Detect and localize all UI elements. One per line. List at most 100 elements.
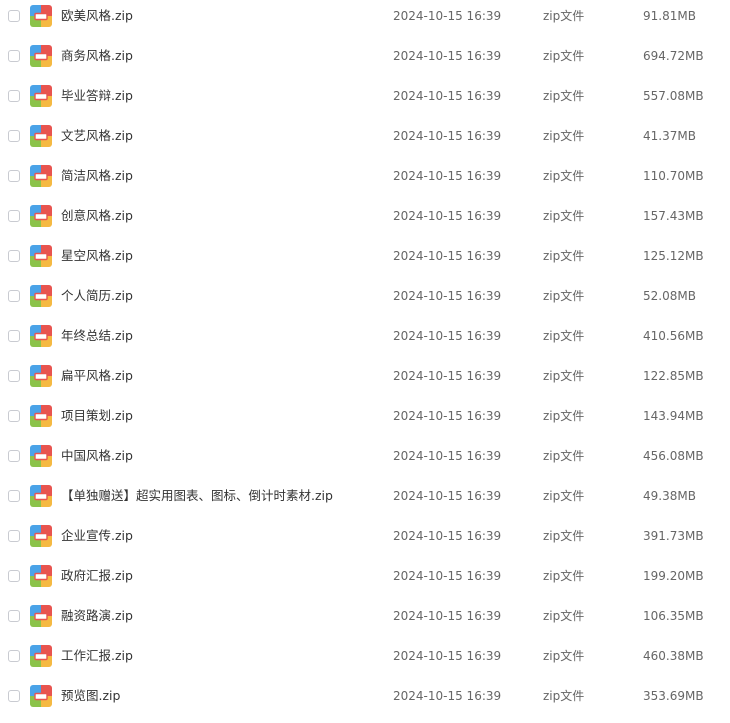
file-row[interactable]: 文艺风格.zip 2024-10-15 16:39 zip文件 41.37MB: [0, 118, 730, 158]
file-type: zip文件: [543, 169, 585, 183]
file-date: 2024-10-15 16:39: [393, 209, 502, 223]
file-size: 143.94MB: [643, 409, 704, 423]
zip-file-icon: [30, 5, 52, 27]
file-date: 2024-10-15 16:39: [393, 129, 502, 143]
file-name[interactable]: 商务风格.zip: [61, 48, 133, 64]
file-type: zip文件: [543, 689, 585, 703]
zip-file-icon: [30, 85, 52, 107]
zip-file-icon: [30, 165, 52, 187]
file-row[interactable]: 项目策划.zip 2024-10-15 16:39 zip文件 143.94MB: [0, 398, 730, 438]
file-type: zip文件: [543, 449, 585, 463]
file-name[interactable]: 扁平风格.zip: [61, 368, 133, 384]
zip-file-icon: [30, 485, 52, 507]
file-name[interactable]: 欧美风格.zip: [61, 8, 133, 24]
file-type: zip文件: [543, 329, 585, 343]
file-date: 2024-10-15 16:39: [393, 569, 502, 583]
file-size: 410.56MB: [643, 329, 704, 343]
select-checkbox[interactable]: [8, 450, 20, 462]
select-checkbox[interactable]: [8, 130, 20, 142]
zip-file-icon: [30, 685, 52, 707]
file-row[interactable]: 毕业答辩.zip 2024-10-15 16:39 zip文件 557.08MB: [0, 78, 730, 118]
file-size: 157.43MB: [643, 209, 704, 223]
select-checkbox[interactable]: [8, 570, 20, 582]
select-checkbox[interactable]: [8, 250, 20, 262]
select-checkbox[interactable]: [8, 650, 20, 662]
file-row[interactable]: 预览图.zip 2024-10-15 16:39 zip文件 353.69MB: [0, 678, 730, 718]
file-date: 2024-10-15 16:39: [393, 689, 502, 703]
select-checkbox[interactable]: [8, 290, 20, 302]
file-row[interactable]: 简洁风格.zip 2024-10-15 16:39 zip文件 110.70MB: [0, 158, 730, 198]
file-type: zip文件: [543, 529, 585, 543]
file-row[interactable]: 创意风格.zip 2024-10-15 16:39 zip文件 157.43MB: [0, 198, 730, 238]
file-name[interactable]: 创意风格.zip: [61, 208, 133, 224]
zip-file-icon: [30, 445, 52, 467]
select-checkbox[interactable]: [8, 330, 20, 342]
zip-file-icon: [30, 205, 52, 227]
file-name[interactable]: 简洁风格.zip: [61, 168, 133, 184]
file-date: 2024-10-15 16:39: [393, 529, 502, 543]
file-row[interactable]: 【单独赠送】超实用图表、图标、倒计时素材.zip 2024-10-15 16:39…: [0, 478, 730, 518]
file-name[interactable]: 星空风格.zip: [61, 248, 133, 264]
file-type: zip文件: [543, 289, 585, 303]
file-name[interactable]: 政府汇报.zip: [61, 568, 133, 584]
file-date: 2024-10-15 16:39: [393, 329, 502, 343]
select-checkbox[interactable]: [8, 370, 20, 382]
select-checkbox[interactable]: [8, 90, 20, 102]
zip-file-icon: [30, 325, 52, 347]
file-row[interactable]: 欧美风格.zip 2024-10-15 16:39 zip文件 91.81MB: [0, 0, 730, 38]
file-name[interactable]: 年终总结.zip: [61, 328, 133, 344]
file-name[interactable]: 项目策划.zip: [61, 408, 133, 424]
file-row[interactable]: 个人简历.zip 2024-10-15 16:39 zip文件 52.08MB: [0, 278, 730, 318]
select-checkbox[interactable]: [8, 490, 20, 502]
file-name[interactable]: 【单独赠送】超实用图表、图标、倒计时素材.zip: [61, 488, 333, 504]
file-date: 2024-10-15 16:39: [393, 449, 502, 463]
file-name[interactable]: 文艺风格.zip: [61, 128, 133, 144]
select-checkbox[interactable]: [8, 410, 20, 422]
file-name[interactable]: 中国风格.zip: [61, 448, 133, 464]
file-row[interactable]: 商务风格.zip 2024-10-15 16:39 zip文件 694.72MB: [0, 38, 730, 78]
file-row[interactable]: 扁平风格.zip 2024-10-15 16:39 zip文件 122.85MB: [0, 358, 730, 398]
select-checkbox[interactable]: [8, 530, 20, 542]
file-name[interactable]: 个人简历.zip: [61, 288, 133, 304]
file-size: 694.72MB: [643, 49, 704, 63]
select-checkbox[interactable]: [8, 610, 20, 622]
file-name[interactable]: 融资路演.zip: [61, 608, 133, 624]
file-name[interactable]: 毕业答辩.zip: [61, 88, 133, 104]
select-checkbox[interactable]: [8, 210, 20, 222]
file-row[interactable]: 企业宣传.zip 2024-10-15 16:39 zip文件 391.73MB: [0, 518, 730, 558]
file-size: 557.08MB: [643, 89, 704, 103]
zip-file-icon: [30, 45, 52, 67]
zip-file-icon: [30, 645, 52, 667]
file-date: 2024-10-15 16:39: [393, 609, 502, 623]
select-checkbox[interactable]: [8, 690, 20, 702]
file-date: 2024-10-15 16:39: [393, 649, 502, 663]
file-name[interactable]: 预览图.zip: [61, 688, 120, 704]
select-checkbox[interactable]: [8, 50, 20, 62]
file-date: 2024-10-15 16:39: [393, 9, 502, 23]
file-name[interactable]: 工作汇报.zip: [61, 648, 133, 664]
file-size: 122.85MB: [643, 369, 704, 383]
zip-file-icon: [30, 285, 52, 307]
file-row[interactable]: 中国风格.zip 2024-10-15 16:39 zip文件 456.08MB: [0, 438, 730, 478]
file-size: 41.37MB: [643, 129, 696, 143]
file-row[interactable]: 星空风格.zip 2024-10-15 16:39 zip文件 125.12MB: [0, 238, 730, 278]
select-checkbox[interactable]: [8, 10, 20, 22]
file-size: 391.73MB: [643, 529, 704, 543]
file-row[interactable]: 年终总结.zip 2024-10-15 16:39 zip文件 410.56MB: [0, 318, 730, 358]
file-row[interactable]: 融资路演.zip 2024-10-15 16:39 zip文件 106.35MB: [0, 598, 730, 638]
file-type: zip文件: [543, 369, 585, 383]
file-type: zip文件: [543, 209, 585, 223]
select-checkbox[interactable]: [8, 170, 20, 182]
file-type: zip文件: [543, 609, 585, 623]
file-size: 353.69MB: [643, 689, 704, 703]
zip-file-icon: [30, 245, 52, 267]
file-row[interactable]: 工作汇报.zip 2024-10-15 16:39 zip文件 460.38MB: [0, 638, 730, 678]
file-type: zip文件: [543, 489, 585, 503]
file-date: 2024-10-15 16:39: [393, 249, 502, 263]
file-row[interactable]: 政府汇报.zip 2024-10-15 16:39 zip文件 199.20MB: [0, 558, 730, 598]
file-size: 110.70MB: [643, 169, 704, 183]
file-type: zip文件: [543, 49, 585, 63]
file-date: 2024-10-15 16:39: [393, 289, 502, 303]
file-name[interactable]: 企业宣传.zip: [61, 528, 133, 544]
file-type: zip文件: [543, 249, 585, 263]
